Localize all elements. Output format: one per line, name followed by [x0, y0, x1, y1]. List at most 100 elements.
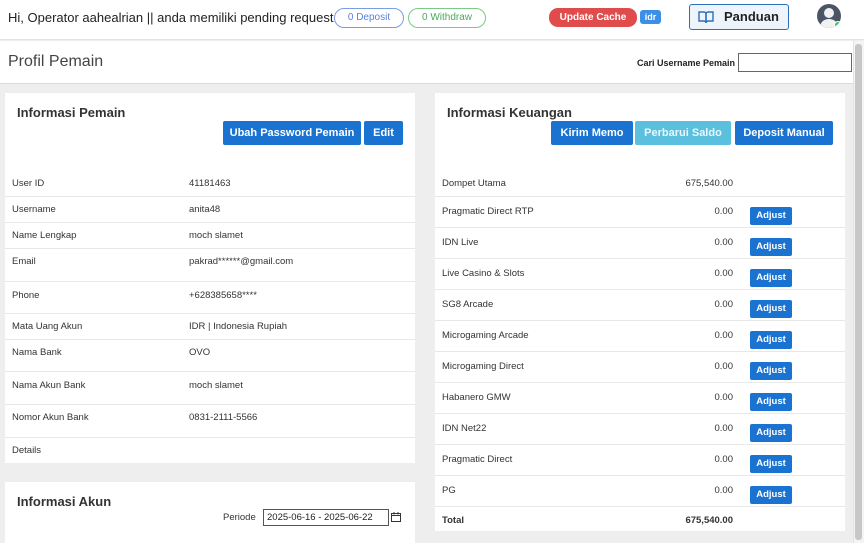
edit-player-button[interactable]: Edit: [364, 121, 403, 145]
row-label: Details: [12, 445, 42, 456]
wallet-balance: 0.00: [714, 206, 734, 217]
player-info-card: Informasi Pemain Ubah Password Pemain Ed…: [5, 93, 415, 463]
wallet-row: Pragmatic Direct 0.00 Adjust: [435, 445, 845, 476]
player-row-email: Email pakrad******@gmail.com: [5, 249, 415, 282]
row-value: +628385658****: [189, 290, 257, 301]
send-memo-button[interactable]: Kirim Memo: [551, 121, 633, 145]
wallet-label: Microgaming Arcade: [442, 330, 529, 341]
period-label: Periode: [223, 512, 256, 523]
wallet-row: Habanero GMW 0.00 Adjust: [435, 383, 845, 414]
wallet-row: IDN Live 0.00 Adjust: [435, 228, 845, 259]
wallet-row: PG 0.00 Adjust: [435, 476, 845, 507]
row-label: Email: [12, 256, 36, 267]
wallet-balance: 0.00: [714, 268, 734, 279]
pending-deposit-pill[interactable]: 0 Deposit: [334, 8, 404, 28]
wallet-row: IDN Net22 0.00 Adjust: [435, 414, 845, 445]
search-username-label: Cari Username Pemain: [637, 58, 736, 68]
calendar-icon[interactable]: [391, 512, 401, 522]
wallet-balance: 0.00: [714, 423, 734, 434]
wallet-label: Microgaming Direct: [442, 361, 524, 372]
page-scrollbar-thumb[interactable]: [855, 44, 862, 540]
wallet-balance: 675,540.00: [685, 178, 733, 189]
player-row-full-name: Name Lengkap moch slamet: [5, 223, 415, 249]
search-username-input[interactable]: [738, 53, 852, 72]
adjust-button[interactable]: Adjust: [750, 486, 792, 504]
row-label: User ID: [12, 178, 45, 189]
wallet-label: Habanero GMW: [442, 392, 511, 403]
row-value: IDR | Indonesia Rupiah: [189, 321, 288, 332]
period-date-range-input[interactable]: 2025-06-16 - 2025-06-22: [263, 509, 389, 526]
wallet-balance: 0.00: [714, 485, 734, 496]
online-status-dot: [834, 21, 841, 28]
wallet-label: Pragmatic Direct RTP: [442, 206, 534, 217]
update-cache-button[interactable]: Update Cache: [549, 8, 637, 27]
wallet-label: Pragmatic Direct: [442, 454, 513, 465]
wallet-balance: 0.00: [714, 454, 734, 465]
wallet-label: IDN Net22: [442, 423, 487, 434]
adjust-button[interactable]: Adjust: [750, 362, 792, 380]
guide-button-label: Panduan: [724, 9, 779, 24]
row-value: moch slamet: [189, 230, 243, 241]
player-row-bank-account-name: Nama Akun Bank moch slamet: [5, 372, 415, 405]
book-icon: [698, 11, 714, 24]
change-password-button[interactable]: Ubah Password Pemain: [223, 121, 361, 145]
player-row-phone: Phone +628385658****: [5, 282, 415, 314]
wallet-balance: 0.00: [714, 299, 734, 310]
finance-info-card: Informasi Keuangan Kirim Memo Perbarui S…: [435, 93, 845, 531]
page-header: Profil Pemain Cari Username Pemain: [0, 41, 864, 84]
wallet-label: SG8 Arcade: [442, 299, 494, 310]
row-value: moch slamet: [189, 380, 243, 391]
guide-button[interactable]: Panduan: [689, 4, 789, 30]
adjust-button[interactable]: Adjust: [750, 331, 792, 349]
row-label: Username: [12, 204, 56, 215]
adjust-button[interactable]: Adjust: [750, 207, 792, 225]
account-info-title: Informasi Akun: [17, 494, 112, 509]
finance-info-title: Informasi Keuangan: [447, 105, 572, 120]
row-label: Mata Uang Akun: [12, 321, 83, 332]
row-value: pakrad******@gmail.com: [189, 256, 294, 267]
currency-badge: idr: [640, 10, 661, 24]
adjust-button[interactable]: Adjust: [750, 269, 792, 287]
wallet-balance: 0.00: [714, 392, 734, 403]
wallet-row-main: Dompet Utama 675,540.00: [435, 170, 845, 197]
wallet-balance: 0.00: [714, 361, 734, 372]
user-avatar-icon[interactable]: [817, 4, 841, 28]
wallet-row: Microgaming Arcade 0.00 Adjust: [435, 321, 845, 352]
page-title: Profil Pemain: [8, 53, 104, 70]
row-label: Name Lengkap: [12, 230, 77, 241]
player-row-details: Details: [5, 438, 415, 463]
player-row-currency: Mata Uang Akun IDR | Indonesia Rupiah: [5, 314, 415, 340]
player-row-bank-name: Nama Bank OVO: [5, 340, 415, 372]
player-row-username: Username anita48: [5, 197, 415, 223]
player-info-title: Informasi Pemain: [17, 105, 126, 120]
player-row-bank-account-number: Nomor Akun Bank 0831-2111-5566: [5, 405, 415, 438]
wallet-label: Dompet Utama: [442, 178, 506, 189]
row-value: 0831-2111-5566: [189, 412, 258, 423]
wallet-total-row: Total 675,540.00: [435, 507, 845, 531]
total-label: Total: [442, 515, 464, 526]
row-value: 41181463: [189, 178, 231, 189]
adjust-button[interactable]: Adjust: [750, 424, 792, 442]
top-bar: Hi, Operator aahealrian || anda memiliki…: [0, 0, 864, 40]
adjust-button[interactable]: Adjust: [750, 393, 792, 411]
manual-deposit-button[interactable]: Deposit Manual: [735, 121, 833, 145]
wallet-balance: 0.00: [714, 237, 734, 248]
wallet-row: SG8 Arcade 0.00 Adjust: [435, 290, 845, 321]
wallet-balance: 0.00: [714, 330, 734, 341]
row-label: Nomor Akun Bank: [12, 412, 89, 423]
row-value: OVO: [189, 347, 211, 358]
row-label: Phone: [12, 290, 40, 301]
player-row-user-id: User ID 41181463: [5, 171, 415, 197]
row-value: anita48: [189, 204, 221, 215]
account-info-card: Informasi Akun Periode 2025-06-16 - 2025…: [5, 482, 415, 543]
wallet-label: PG: [442, 485, 456, 496]
adjust-button[interactable]: Adjust: [750, 238, 792, 256]
wallet-label: Live Casino & Slots: [442, 268, 525, 279]
wallet-row: Pragmatic Direct RTP 0.00 Adjust: [435, 197, 845, 228]
row-label: Nama Bank: [12, 347, 62, 358]
pending-withdraw-pill[interactable]: 0 Withdraw: [408, 8, 486, 28]
adjust-button[interactable]: Adjust: [750, 300, 792, 318]
adjust-button[interactable]: Adjust: [750, 455, 792, 473]
refresh-balance-button[interactable]: Perbarui Saldo: [635, 121, 731, 145]
wallet-row: Microgaming Direct 0.00 Adjust: [435, 352, 845, 383]
